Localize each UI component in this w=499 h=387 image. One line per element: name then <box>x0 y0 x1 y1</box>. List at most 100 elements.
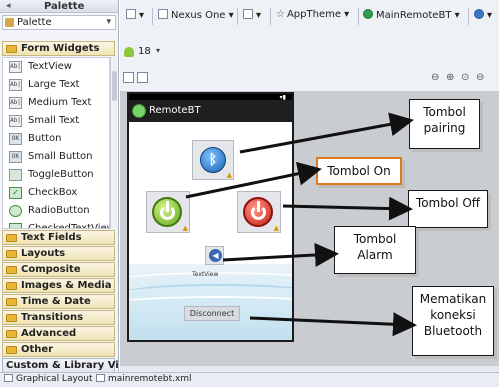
tab-label: mainremotebt.xml <box>108 374 192 384</box>
alarm-button[interactable]: ◀ <box>205 246 224 265</box>
chevron-down-icon[interactable]: ▾ <box>106 17 111 27</box>
palette-combo-label: Palette <box>17 17 52 28</box>
screen-size-menu[interactable]: ▾ <box>126 9 144 24</box>
category-label: Other <box>21 344 54 355</box>
locale-menu[interactable]: ▾ <box>474 9 492 24</box>
app-titlebar: RemoteBT <box>129 100 292 122</box>
api-row: 18 ▾ <box>120 44 499 60</box>
palette-panel: ◂ Palette Palette ▾ Form Widgets Ab| Text… <box>0 0 119 372</box>
folder-icon <box>6 314 17 322</box>
orientation-menu[interactable]: ▾ <box>243 9 261 24</box>
app-icon <box>132 104 146 118</box>
category-label: Custom & Library Views <box>6 360 119 371</box>
speaker-icon: ◀ <box>209 249 222 262</box>
power-off-icon <box>243 197 273 227</box>
disconnect-button[interactable]: Disconnect <box>184 306 240 321</box>
textview-label: TextView <box>192 271 219 278</box>
palette-folder-icon <box>5 18 14 27</box>
folder-icon <box>6 266 17 274</box>
palette-titlebar: ◂ Palette <box>0 0 118 13</box>
folder-icon <box>6 346 17 354</box>
palette-category[interactable]: Layouts <box>2 246 115 261</box>
palette-scrollbar[interactable] <box>110 57 117 229</box>
palette-category[interactable]: Other <box>2 342 115 357</box>
palette-combo[interactable]: Palette ▾ <box>2 15 116 30</box>
callout-alarm: Tombol Alarm <box>334 226 416 274</box>
palette-category[interactable]: Text Fields <box>2 230 115 245</box>
toolbar-row: ▾ Nexus One ▾ ▾ ☆ AppTheme ▾ MainRemoteBT… <box>120 5 499 27</box>
zoom-out-icon[interactable]: ⊖ <box>476 72 484 83</box>
activity-menu[interactable]: MainRemoteBT ▾ <box>363 9 460 24</box>
callout-pairing: Tombol pairing <box>409 99 480 149</box>
callout-disconnect: Mematikan koneksi Bluetooth <box>412 286 494 356</box>
app-title: RemoteBT <box>149 105 201 116</box>
activity-icon <box>363 9 373 19</box>
divider <box>468 8 469 25</box>
warning-icon: ▲ <box>273 224 279 232</box>
fit-width-icon[interactable] <box>123 72 134 83</box>
folder-icon <box>6 330 17 338</box>
zoom-in-icon[interactable]: ⊕ <box>446 72 454 83</box>
palette-category[interactable]: Time & Date <box>2 294 115 309</box>
palette-widget-item[interactable]: Ab| Small Text <box>3 112 109 130</box>
widget-label: ToggleButton <box>28 169 94 180</box>
folder-icon <box>6 45 17 53</box>
tab-xml[interactable]: mainremotebt.xml <box>96 374 192 387</box>
folder-icon <box>6 282 17 290</box>
xml-file-icon <box>96 374 105 382</box>
palette-category[interactable]: Advanced <box>2 326 115 341</box>
divider <box>152 8 153 25</box>
api-level-menu[interactable]: 18 <box>138 46 151 57</box>
theme-label: AppTheme <box>286 9 341 20</box>
palette-category[interactable]: Transitions <box>2 310 115 325</box>
bluetooth-icon: ᛒ <box>200 147 226 173</box>
category-label: Layouts <box>21 248 66 259</box>
fit-height-icon[interactable] <box>137 72 148 83</box>
palette-widget-item[interactable]: OK Button <box>3 130 109 148</box>
widget-label: RadioButton <box>28 205 90 216</box>
tab-graphical-layout[interactable]: Graphical Layout <box>4 374 93 387</box>
widget-label: Medium Text <box>28 97 92 108</box>
widget-icon: ✓ <box>9 187 22 199</box>
palette-category[interactable]: Custom & Library Views <box>2 358 118 372</box>
phone-icon <box>158 9 168 19</box>
widget-icon <box>9 223 22 228</box>
device-menu[interactable]: Nexus One ▾ <box>158 9 234 24</box>
widget-label: CheckBox <box>28 187 78 198</box>
palette-widget-item[interactable]: Ab| TextView <box>3 58 109 76</box>
minimize-icon[interactable]: ◂ <box>6 1 11 11</box>
widget-icon: OK <box>9 151 22 163</box>
palette-title: Palette <box>44 1 85 12</box>
category-label: Text Fields <box>21 232 82 243</box>
widget-icon: Ab| <box>9 97 22 109</box>
palette-widget-item[interactable]: Ab| Large Text <box>3 76 109 94</box>
widget-label: Large Text <box>28 79 80 90</box>
widget-label: Small Button <box>28 151 93 162</box>
palette-category[interactable]: Composite <box>2 262 115 277</box>
on-button[interactable]: ▲ <box>146 191 190 233</box>
chevron-down-icon[interactable]: ▾ <box>156 46 160 55</box>
star-icon: ☆ <box>276 9 285 20</box>
palette-widget-item[interactable]: RadioButton <box>3 202 109 220</box>
palette-widget-item[interactable]: OK Small Button <box>3 148 109 166</box>
widget-icon: Ab| <box>9 79 22 91</box>
palette-widget-item[interactable]: Ab| Medium Text <box>3 94 109 112</box>
divider <box>270 8 271 25</box>
palette-widget-item[interactable]: ToggleButton <box>3 166 109 184</box>
folder-icon <box>6 250 17 258</box>
widget-list: Ab| TextView Ab| Large Text Ab| Medium Text Ab… <box>2 57 110 229</box>
zoom-actual-icon[interactable]: ⊙ <box>461 72 469 83</box>
theme-menu[interactable]: ☆ AppTheme ▾ <box>276 9 349 24</box>
off-button[interactable]: ▲ <box>237 191 281 233</box>
category-form-widgets[interactable]: Form Widgets <box>2 41 115 56</box>
widget-label: TextView <box>28 61 72 72</box>
scrollbar-thumb[interactable] <box>112 71 117 101</box>
palette-widget-item[interactable]: ✓ CheckBox <box>3 184 109 202</box>
zoom-fit-icon[interactable]: ⊖ <box>431 72 439 83</box>
category-label: Images & Media <box>21 280 112 291</box>
palette-widget-item[interactable]: CheckedTextView <box>3 220 109 228</box>
warning-icon: ▲ <box>226 171 232 179</box>
palette-category[interactable]: Images & Media <box>2 278 115 293</box>
pairing-button[interactable]: ᛒ ▲ <box>192 140 234 180</box>
widget-label: Button <box>28 133 62 144</box>
